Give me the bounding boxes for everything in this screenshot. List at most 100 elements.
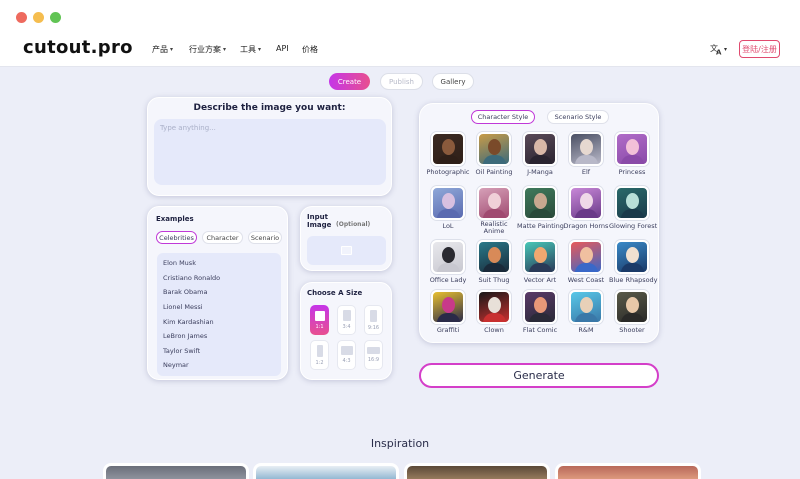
logo[interactable]: cutout.pro: [23, 37, 133, 58]
example-item[interactable]: Barak Obama: [163, 288, 207, 296]
close-window-button[interactable]: [16, 12, 27, 23]
style-option[interactable]: Shooter: [609, 290, 655, 334]
style-option[interactable]: R&M: [563, 290, 609, 334]
style-option[interactable]: Dragon Horns: [563, 186, 609, 230]
style-option-label: Glowing Forest: [609, 222, 658, 230]
style-option[interactable]: Clown: [471, 290, 517, 334]
style-option-label: Oil Painting: [475, 168, 513, 176]
portrait-body-shape: [529, 155, 552, 164]
maximize-window-button[interactable]: [50, 12, 61, 23]
style-thumbnail: [615, 290, 649, 324]
prompt-input[interactable]: Type anything...: [154, 119, 386, 185]
example-item[interactable]: LeBron James: [163, 332, 207, 340]
style-option[interactable]: Realistic Anime: [471, 186, 517, 235]
inspiration-card[interactable]: [253, 463, 399, 479]
size-option-1-2[interactable]: 1:2: [310, 340, 329, 370]
style-thumbnail: [523, 240, 557, 274]
example-item[interactable]: Lionel Messi: [163, 303, 203, 311]
nav-item-solutions[interactable]: 行业方案 ▾: [189, 44, 226, 55]
nav-item-products[interactable]: 产品 ▾: [152, 44, 173, 55]
nav-item-api[interactable]: API: [276, 44, 289, 53]
portrait-head-shape: [580, 247, 593, 263]
style-option[interactable]: Elf: [563, 132, 609, 176]
portrait-body-shape: [437, 155, 460, 164]
image-upload-area[interactable]: [307, 236, 386, 265]
example-item[interactable]: Neymar: [163, 361, 189, 369]
inspiration-card[interactable]: [404, 463, 550, 479]
language-switcher[interactable]: 文 A ▾: [710, 43, 727, 55]
style-option[interactable]: Blue Rhapsody: [609, 240, 658, 284]
style-option[interactable]: Matte Painting: [517, 186, 564, 230]
style-option[interactable]: LoL: [425, 186, 471, 230]
style-option[interactable]: J-Manga: [517, 132, 563, 176]
size-option-4-3[interactable]: 4:3: [337, 340, 356, 370]
portrait-body-shape: [621, 263, 644, 272]
style-option-label: Blue Rhapsody: [609, 276, 658, 284]
inspiration-card[interactable]: [103, 463, 249, 479]
portrait-body-shape: [621, 209, 644, 218]
example-item[interactable]: Elon Musk: [163, 259, 196, 267]
style-option-label: R&M: [578, 326, 594, 334]
examples-title: Examples: [156, 215, 194, 223]
style-option-label: Graffiti: [436, 326, 460, 334]
ratio-shape-icon: [340, 346, 353, 355]
style-option-label: Shooter: [619, 326, 645, 334]
example-item[interactable]: Taylor Swift: [163, 347, 200, 355]
tab-scenario[interactable]: Scenario: [248, 231, 282, 244]
tab-celebrities[interactable]: Celebrities: [156, 231, 197, 244]
style-option[interactable]: West Coast: [563, 240, 609, 284]
style-thumbnail: [569, 186, 603, 220]
inspiration-card[interactable]: [555, 463, 701, 479]
generate-button[interactable]: Generate: [419, 363, 659, 388]
style-option[interactable]: Oil Painting: [471, 132, 517, 176]
portrait-head-shape: [488, 193, 501, 209]
style-option[interactable]: Office Lady: [425, 240, 471, 284]
examples-panel: Examples Celebrities Character Scenario …: [147, 206, 288, 380]
portrait-head-shape: [626, 247, 639, 263]
portrait-head-shape: [626, 297, 639, 313]
portrait-body-shape: [621, 155, 644, 164]
create-tab[interactable]: Create: [329, 73, 370, 90]
style-option-label: Photographic: [426, 168, 470, 176]
size-option-3-4[interactable]: 3:4: [337, 305, 356, 335]
style-thumbnail: [477, 240, 511, 274]
tab-scenario-style[interactable]: Scenario Style: [547, 110, 609, 124]
size-option-16-9[interactable]: 16:9: [364, 340, 383, 370]
example-item[interactable]: Kim Kardashian: [163, 318, 214, 326]
tab-character[interactable]: Character: [202, 231, 243, 244]
nav-item-label: 产品: [152, 45, 168, 54]
style-option[interactable]: Princess: [609, 132, 655, 176]
gallery-tab[interactable]: Gallery: [432, 73, 474, 90]
tab-character-style[interactable]: Character Style: [471, 110, 535, 124]
portrait-head-shape: [442, 139, 455, 155]
style-thumbnail: [523, 290, 557, 324]
style-option[interactable]: Flat Comic: [517, 290, 563, 334]
nav-item-label: API: [276, 44, 289, 53]
style-option-label: Office Lady: [429, 276, 467, 284]
nav-item-tools[interactable]: 工具 ▾: [240, 44, 261, 55]
style-option-label: Matte Painting: [517, 222, 564, 230]
style-thumbnail: [431, 240, 465, 274]
portrait-body-shape: [575, 155, 598, 164]
publish-tab[interactable]: Publish: [380, 73, 423, 90]
style-option[interactable]: Graffiti: [425, 290, 471, 334]
top-nav: cutout.pro 产品 ▾ 行业方案 ▾ 工具 ▾ API 价格 文 A ▾…: [0, 34, 800, 67]
style-option[interactable]: Suit Thug: [471, 240, 517, 284]
style-option[interactable]: Glowing Forest: [609, 186, 658, 230]
minimize-window-button[interactable]: [33, 12, 44, 23]
ratio-shape-icon: [314, 310, 325, 321]
style-option[interactable]: Vector Art: [517, 240, 563, 284]
describe-title: Describe the image you want:: [193, 103, 346, 113]
example-item[interactable]: Cristiano Ronaldo: [163, 274, 220, 282]
login-register-button[interactable]: 登陆/注册: [739, 40, 780, 58]
size-option-9-16[interactable]: 9:16: [364, 305, 383, 335]
portrait-head-shape: [534, 193, 547, 209]
chevron-down-icon: ▾: [223, 46, 227, 53]
size-option-label: 1:2: [315, 359, 324, 366]
portrait-body-shape: [575, 263, 598, 272]
size-option-1-1[interactable]: 1:1: [310, 305, 329, 335]
portrait-body-shape: [483, 313, 506, 322]
style-thumbnail: [569, 240, 603, 274]
style-option[interactable]: Photographic: [425, 132, 471, 176]
nav-item-pricing[interactable]: 价格: [302, 44, 318, 55]
